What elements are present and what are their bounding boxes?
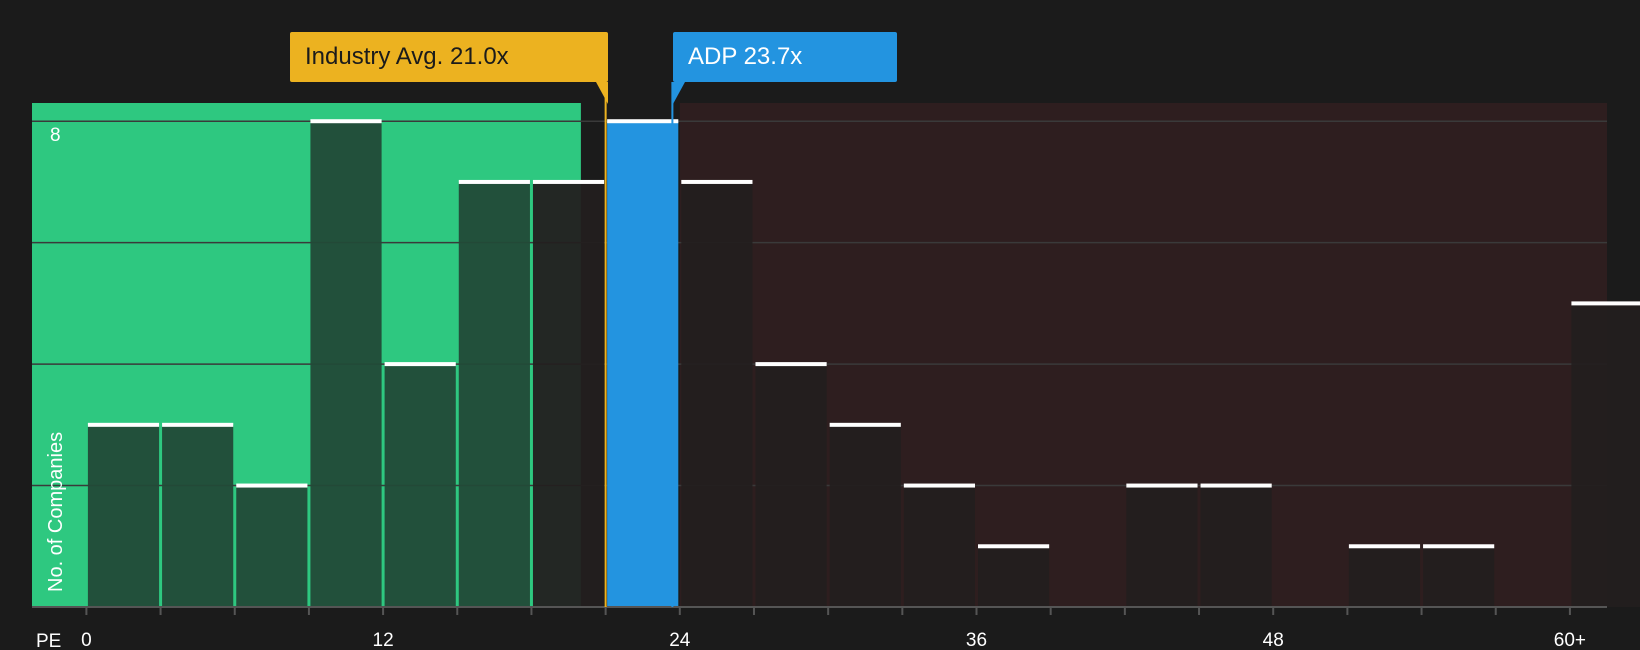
x-tick-label: 48 <box>1263 630 1284 650</box>
histogram-bar <box>162 424 234 607</box>
x-tick-label: 60+ <box>1554 630 1586 650</box>
chart-svg: 0 12 24 36 48 60+ 8 No. of Companies PE <box>32 82 1640 650</box>
histogram-bar <box>236 485 308 607</box>
histogram-bar <box>384 364 456 607</box>
histogram-bar-cap <box>681 179 753 184</box>
histogram-bar-cap <box>1348 544 1421 549</box>
histogram-bar <box>1126 485 1198 607</box>
company-pe-callout: ADP 23.7x <box>673 32 897 82</box>
histogram-bar-cap <box>236 483 308 488</box>
histogram-bar-cap <box>607 119 679 124</box>
y-tick-label: 8 <box>50 125 61 146</box>
company-callout-pointer <box>673 82 685 104</box>
histogram-bar <box>978 546 1050 607</box>
industry-average-label: Industry Avg. 21.0x <box>305 43 509 70</box>
x-tick-label: 0 <box>81 630 92 650</box>
histogram-bar-cap <box>1200 483 1272 488</box>
histogram-bar-cap <box>532 179 605 184</box>
histogram-bar-highlighted <box>607 121 679 608</box>
x-axis-label: PE <box>36 631 61 650</box>
histogram-bar-cap <box>978 544 1050 549</box>
y-axis-label: No. of Companies <box>45 432 67 592</box>
histogram-bar <box>1571 303 1640 607</box>
pe-histogram-chart: 0 12 24 36 48 60+ 8 No. of Companies PE Indust… <box>0 0 1640 650</box>
histogram-bar-cap <box>1423 544 1495 549</box>
industry-avg-callout-pointer <box>596 82 608 104</box>
histogram-bar-cap <box>458 179 530 184</box>
x-tick-label: 12 <box>373 630 394 650</box>
histogram-bar <box>1200 485 1272 607</box>
histogram-bar <box>1423 546 1495 607</box>
histogram-bar <box>755 364 827 607</box>
histogram-bar-cap <box>162 422 234 427</box>
histogram-bar-cap <box>755 362 827 367</box>
histogram-bar <box>829 424 901 607</box>
histogram-bar <box>458 181 530 607</box>
histogram-bar-cap <box>87 422 160 427</box>
industry-average-callout: Industry Avg. 21.0x <box>290 32 608 82</box>
histogram-bar-cap <box>1126 483 1198 488</box>
company-pe-label: ADP 23.7x <box>688 43 803 70</box>
histogram-bar <box>903 485 976 607</box>
histogram-bar <box>681 181 753 607</box>
histogram-bar-cap <box>1571 301 1640 306</box>
histogram-bar <box>1348 546 1421 607</box>
histogram-bar-cap <box>829 422 901 427</box>
x-tick-label: 24 <box>669 630 691 650</box>
histogram-bar <box>87 424 160 607</box>
histogram-bar <box>310 121 382 608</box>
histogram-bar-cap <box>384 362 456 367</box>
x-tick-label: 36 <box>966 630 987 650</box>
histogram-bar-cap <box>903 483 976 488</box>
histogram-bar <box>532 181 605 607</box>
histogram-bar-cap <box>310 119 382 124</box>
